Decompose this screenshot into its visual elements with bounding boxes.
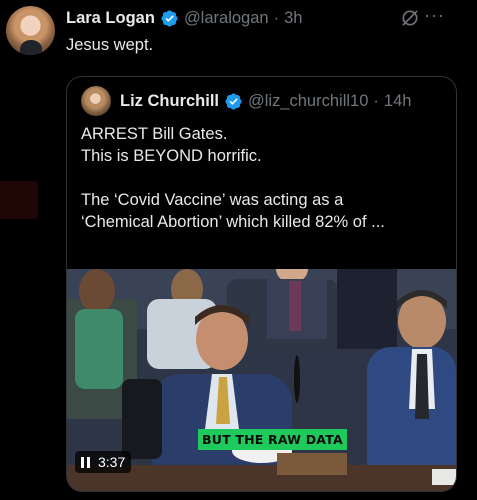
pause-icon[interactable]: [81, 456, 90, 468]
video-duration-badge[interactable]: 3:37: [75, 451, 132, 473]
quote-line: ‘Chemical Abortion’ which killed 82% of …: [81, 213, 385, 231]
video-caption: BUT THE RAW DATA: [198, 429, 347, 450]
more-icon[interactable]: ···: [424, 5, 446, 27]
quote-line: This is BEYOND horrific.: [81, 147, 262, 165]
quote-line: The ‘Covid Vaccine’ was acting as a: [81, 191, 344, 209]
quote-line: ARREST Bill Gates.: [81, 125, 228, 143]
quote-text: ARREST Bill Gates. This is BEYOND horrif…: [81, 123, 446, 233]
tweet-header: Lara Logan @laralogan · 3h: [66, 7, 302, 29]
tweet-text: Jesus wept.: [66, 36, 154, 54]
separator-dot: ·: [273, 8, 280, 27]
quoted-tweet[interactable]: Liz Churchill @liz_churchill10 · 14h ARR…: [66, 76, 457, 492]
quote-header: Liz Churchill @liz_churchill10 · 14h: [81, 86, 412, 116]
author-name[interactable]: Lara Logan: [66, 9, 155, 28]
avatar[interactable]: [6, 6, 55, 55]
verified-badge-icon: [225, 92, 242, 110]
quote-timestamp[interactable]: 14h: [384, 92, 412, 111]
timestamp[interactable]: 3h: [284, 9, 302, 28]
quote-avatar[interactable]: [81, 86, 111, 116]
separator-dot: ·: [373, 91, 379, 110]
quote-author-handle[interactable]: @liz_churchill10: [248, 92, 368, 111]
video-duration: 3:37: [98, 454, 126, 470]
side-element: [0, 181, 38, 219]
quote-line-blank: [81, 167, 446, 189]
author-handle[interactable]: @laralogan: [184, 9, 269, 28]
quote-author-name[interactable]: Liz Churchill: [120, 92, 219, 111]
video-player[interactable]: BUT THE RAW DATA 3:37: [67, 269, 456, 491]
verified-badge-icon: [161, 9, 178, 27]
tweet[interactable]: Lara Logan @laralogan · 3h ··· Jesus wep…: [0, 0, 477, 500]
grok-icon[interactable]: [400, 8, 420, 28]
